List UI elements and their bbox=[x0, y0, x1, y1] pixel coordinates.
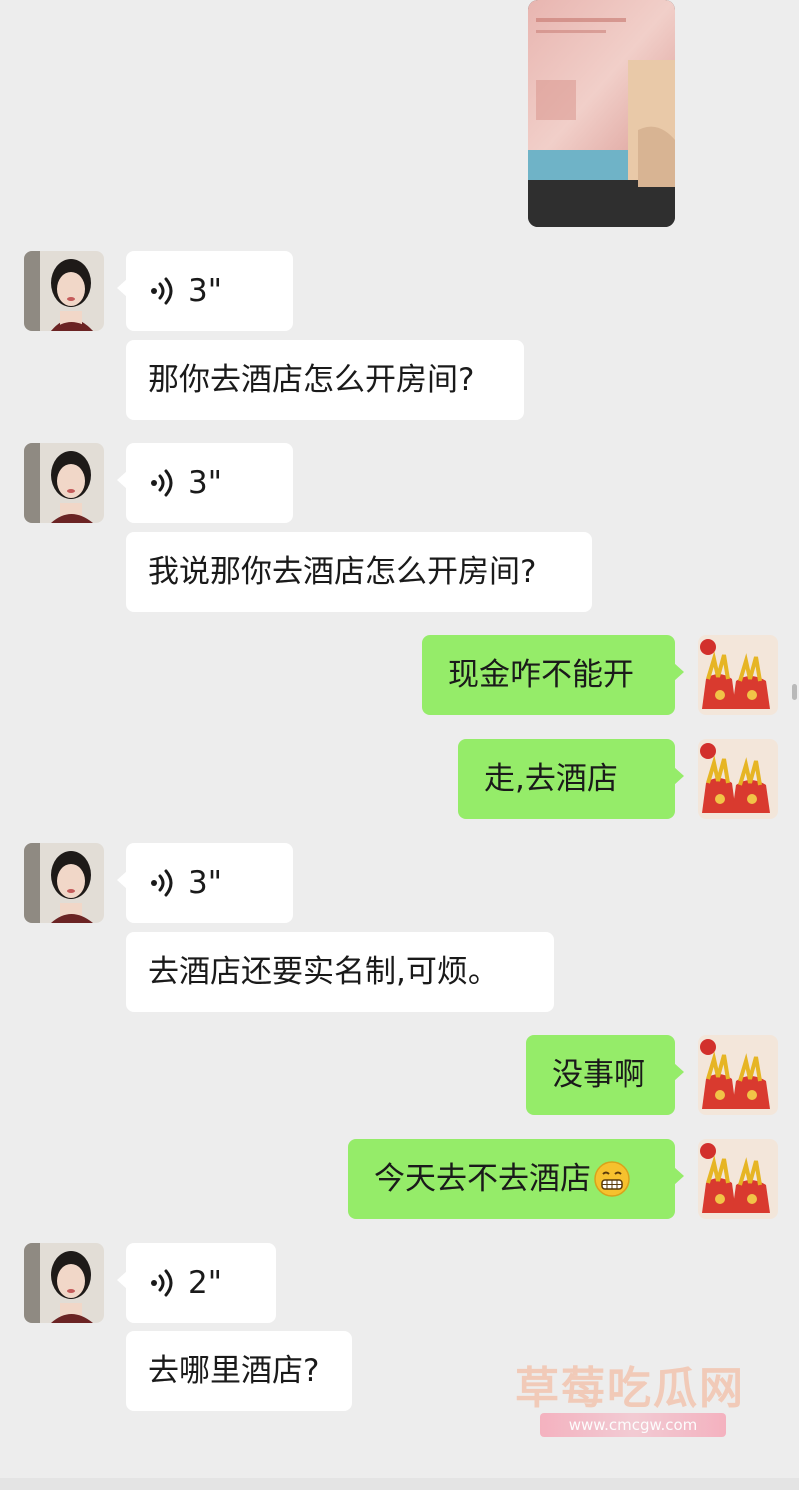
scrollbar-thumb[interactable] bbox=[792, 684, 797, 700]
girl-portrait-icon bbox=[24, 843, 104, 923]
money-bag-icon bbox=[698, 635, 778, 715]
voice-wave-icon bbox=[151, 869, 173, 897]
text-message[interactable]: 去酒店还要实名制,可烦。 bbox=[126, 932, 554, 1012]
voice-wave-icon bbox=[151, 277, 173, 305]
text-message-outgoing[interactable]: 今天去不去酒店 bbox=[348, 1139, 684, 1219]
message-text: 现金咋不能开 bbox=[448, 656, 634, 693]
voice-message[interactable]: 2" bbox=[117, 1243, 276, 1323]
grin-emoji-icon bbox=[594, 1161, 630, 1197]
voice-wave-icon bbox=[151, 469, 173, 497]
my-avatar[interactable] bbox=[698, 1035, 778, 1115]
girl-portrait-icon bbox=[24, 251, 104, 331]
message-text: 今天去不去酒店 bbox=[374, 1160, 591, 1197]
message-text: 去哪里酒店? bbox=[148, 1352, 320, 1389]
banknote-photo bbox=[528, 0, 675, 227]
my-avatar[interactable] bbox=[698, 1139, 778, 1219]
voice-duration: 3" bbox=[188, 272, 222, 309]
my-avatar[interactable] bbox=[698, 635, 778, 715]
my-avatar[interactable] bbox=[698, 739, 778, 819]
contact-avatar[interactable] bbox=[24, 251, 104, 331]
text-message[interactable]: 去哪里酒店? bbox=[126, 1331, 352, 1411]
money-bag-icon bbox=[698, 739, 778, 819]
bottom-divider bbox=[0, 1478, 799, 1490]
text-message-outgoing[interactable]: 没事啊 bbox=[526, 1035, 684, 1115]
voice-message[interactable]: 3" bbox=[117, 843, 293, 923]
voice-duration: 3" bbox=[188, 464, 222, 501]
voice-message[interactable]: 3" bbox=[117, 443, 293, 523]
contact-avatar[interactable] bbox=[24, 1243, 104, 1323]
image-message[interactable] bbox=[528, 0, 675, 227]
text-message[interactable]: 那你去酒店怎么开房间? bbox=[126, 340, 524, 420]
voice-duration: 2" bbox=[188, 1264, 222, 1301]
contact-avatar[interactable] bbox=[24, 443, 104, 523]
message-text: 那你去酒店怎么开房间? bbox=[148, 361, 475, 398]
voice-duration: 3" bbox=[188, 864, 222, 901]
watermark-url: www.cmcgw.com bbox=[540, 1413, 726, 1437]
text-message[interactable]: 我说那你去酒店怎么开房间? bbox=[126, 532, 592, 612]
watermark-title: 草莓吃瓜网 bbox=[515, 1363, 745, 1414]
message-text: 我说那你去酒店怎么开房间? bbox=[148, 553, 537, 590]
message-text: 走,去酒店 bbox=[484, 760, 618, 797]
voice-wave-icon bbox=[151, 1269, 173, 1297]
message-text: 没事啊 bbox=[552, 1056, 645, 1093]
message-text: 去酒店还要实名制,可烦。 bbox=[148, 953, 499, 990]
contact-avatar[interactable] bbox=[24, 843, 104, 923]
text-message-outgoing[interactable]: 现金咋不能开 bbox=[422, 635, 684, 715]
voice-message[interactable]: 3" bbox=[117, 251, 293, 331]
girl-portrait-icon bbox=[24, 443, 104, 523]
money-bag-icon bbox=[698, 1035, 778, 1115]
money-bag-icon bbox=[698, 1139, 778, 1219]
girl-portrait-icon bbox=[24, 1243, 104, 1323]
text-message-outgoing[interactable]: 走,去酒店 bbox=[458, 739, 684, 819]
